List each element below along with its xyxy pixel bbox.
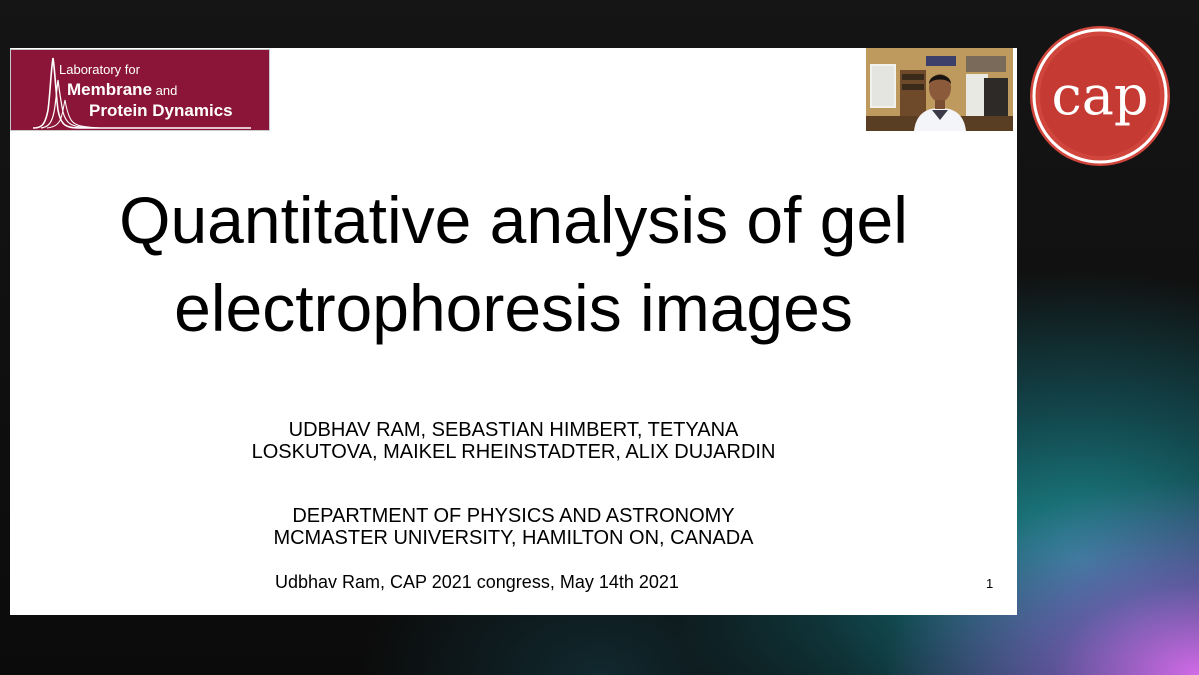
cap-logo: cap bbox=[1028, 24, 1172, 168]
slide-title-line1: Quantitative analysis of gel bbox=[119, 183, 908, 257]
lab-logo-line3: Protein Dynamics bbox=[89, 101, 233, 120]
lab-logo-and: and bbox=[152, 83, 178, 98]
presentation-slide: Laboratory for Membrane and Protein Dyna… bbox=[10, 48, 1017, 615]
affiliation-line1: DEPARTMENT OF PHYSICS AND ASTRONOMY bbox=[292, 505, 735, 527]
lab-logo-line1: Laboratory for bbox=[59, 62, 140, 77]
slide-title: Quantitative analysis of gel electrophor… bbox=[10, 176, 1017, 352]
slide-title-line2: electrophoresis images bbox=[174, 271, 853, 345]
affiliation: DEPARTMENT OF PHYSICS AND ASTRONOMY MCMA… bbox=[10, 505, 1017, 549]
author-list: UDBHAV RAM, SEBASTIAN HIMBERT, TETYANA L… bbox=[10, 419, 1017, 463]
affiliation-line2: MCMASTER UNIVERSITY, HAMILTON ON, CANADA bbox=[273, 527, 754, 549]
presenter-video-feed bbox=[866, 48, 1013, 131]
lab-logo-membrane: Membrane bbox=[67, 80, 153, 99]
author-list-line1: UDBHAV RAM, SEBASTIAN HIMBERT, TETYANA bbox=[288, 419, 739, 441]
cap-logo-badge: cap bbox=[1030, 26, 1170, 166]
cap-logo-text: cap bbox=[1051, 64, 1148, 127]
slide-footer: Udbhav Ram, CAP 2021 congress, May 14th … bbox=[275, 572, 679, 592]
lab-logo-line2: Membrane and bbox=[67, 80, 177, 100]
lab-logo: Laboratory for Membrane and Protein Dyna… bbox=[10, 49, 270, 131]
presenter-webcam bbox=[866, 48, 1013, 131]
slide-page-number: 1 bbox=[986, 576, 994, 591]
author-list-line2: LOSKUTOVA, MAIKEL RHEINSTADTER, ALIX DUJ… bbox=[251, 441, 776, 463]
